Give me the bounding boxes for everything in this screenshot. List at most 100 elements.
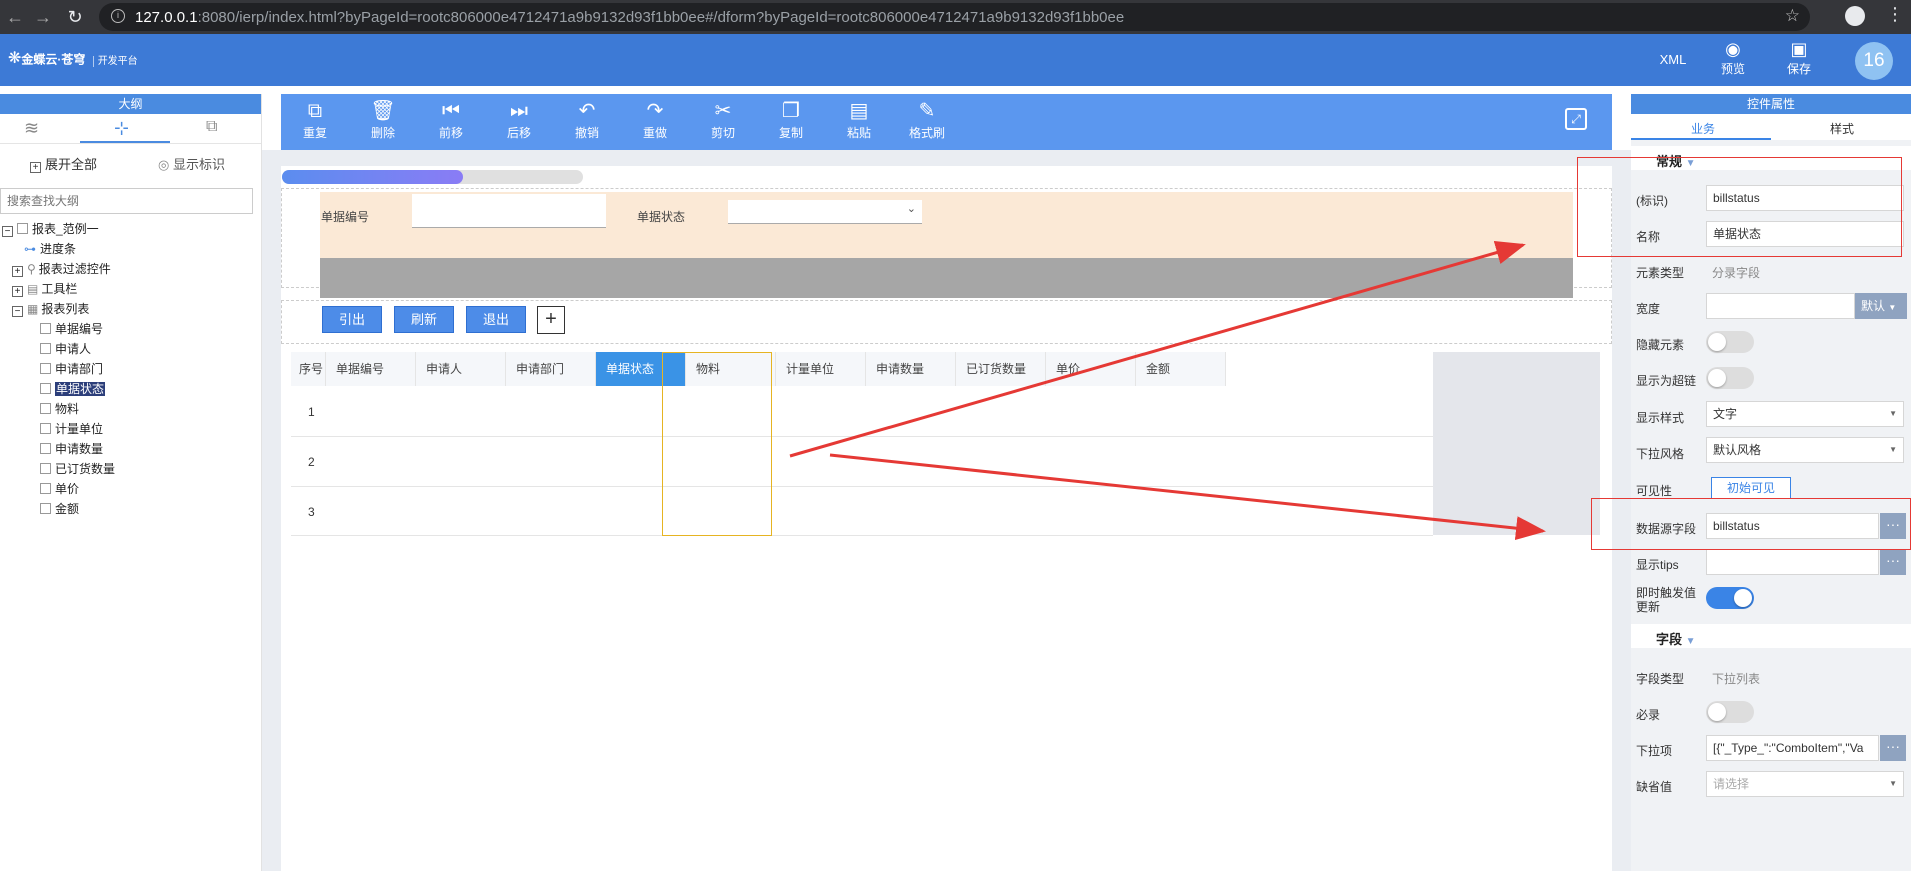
cut-button[interactable]: ✂ 剪切 xyxy=(703,98,743,141)
outline-search-input[interactable] xyxy=(0,188,253,214)
default-value-label: 缺省值 xyxy=(1636,780,1673,794)
grid-column-header[interactable]: 单价 xyxy=(1046,352,1136,386)
caret-down-icon: ▼ xyxy=(1888,303,1897,312)
bookmark-star-icon[interactable]: ☆ xyxy=(1785,6,1800,26)
required-toggle[interactable] xyxy=(1706,701,1754,723)
paste-icon: ▤ xyxy=(849,100,869,122)
add-button[interactable]: + xyxy=(537,306,565,334)
tree-item-column[interactable]: 物料 xyxy=(40,400,79,418)
move-forward-button[interactable]: ⏮︎ 前移 xyxy=(431,98,471,141)
redo-button[interactable]: ↷ 重做 xyxy=(635,98,675,141)
tree-item-column[interactable]: 申请数量 xyxy=(40,440,103,458)
grid-column-header[interactable]: 单据编号 xyxy=(326,352,416,386)
tab-style[interactable]: 样式 xyxy=(1830,120,1854,137)
display-style-select[interactable]: 文字 ▼ xyxy=(1706,401,1904,427)
tree-item-column[interactable]: 计量单位 xyxy=(40,420,103,438)
delete-button[interactable]: 🗑︎ 删除 xyxy=(363,98,403,141)
show-ids-button[interactable]: ◎ 显示标识 xyxy=(158,154,225,173)
default-value-select[interactable]: 请选择 ▼ xyxy=(1706,771,1904,797)
fullscreen-icon[interactable]: ⤢ xyxy=(1565,108,1587,130)
undo-button[interactable]: ↶ 撤销 xyxy=(567,98,607,141)
visibility-tag[interactable]: 初始可见 xyxy=(1711,477,1791,499)
width-default-dropdown[interactable]: 默认 ▼ xyxy=(1855,293,1907,319)
grid-column-header[interactable]: 申请人 xyxy=(416,352,506,386)
layers-icon[interactable]: ≋ xyxy=(24,118,39,139)
grid-column-header[interactable]: 序号 xyxy=(291,352,326,386)
tips-more-button[interactable]: ··· xyxy=(1880,549,1906,575)
toolbar-label: 粘贴 xyxy=(846,126,871,140)
tree-item-column[interactable]: 申请人 xyxy=(40,340,91,358)
combo-items-label: 下拉项 xyxy=(1636,744,1673,758)
tree-item-label: 报表_范例一 xyxy=(32,222,99,236)
copy-window-icon[interactable]: ⧉ xyxy=(206,118,217,136)
tree-structure-icon[interactable]: ⊹ xyxy=(114,118,129,139)
tree-item-label: 单据编号 xyxy=(55,322,104,336)
account-icon[interactable] xyxy=(1845,6,1865,26)
expand-all-button[interactable]: + 展开全部 xyxy=(30,154,97,173)
bill-status-select[interactable]: ⌄ xyxy=(728,200,922,224)
hidden-toggle[interactable] xyxy=(1706,331,1754,353)
back-icon[interactable]: ← xyxy=(4,6,26,28)
move-forward-icon: ⏮︎ xyxy=(442,100,460,122)
field-type-label: 字段类型 xyxy=(1636,672,1685,686)
width-input[interactable] xyxy=(1706,293,1855,319)
move-back-button[interactable]: ⏭︎ 后移 xyxy=(499,98,539,141)
tree-item-root[interactable]: − 报表_范例一 xyxy=(2,220,99,238)
copy-button[interactable]: ❐ 复制 xyxy=(771,98,811,141)
hyperlink-label: 显示为超链 xyxy=(1636,374,1697,388)
selected-column-outline[interactable] xyxy=(662,352,772,536)
repeat-button[interactable]: ⧉ 重复 xyxy=(295,98,335,141)
combo-items-more-button[interactable]: ··· xyxy=(1880,735,1906,761)
refresh-button[interactable]: 刷新 xyxy=(394,306,454,333)
width-label: 宽度 xyxy=(1636,302,1661,316)
tree-item-column[interactable]: 申请部门 xyxy=(40,360,103,378)
xml-button[interactable]: XML xyxy=(1653,52,1693,67)
tips-input[interactable] xyxy=(1706,549,1879,575)
tree-item-column[interactable]: 单价 xyxy=(40,480,79,498)
format-painter-button[interactable]: ✎ 格式刷 xyxy=(907,98,947,141)
outline-panel: 大纲 ≋ ⊹ ⧉ + 展开全部 ◎ 显示标识 −报表_范例一 ⊶ 进度条 +⚲报表过… xyxy=(0,94,262,871)
grid-column-header[interactable]: 金额 xyxy=(1136,352,1226,386)
url-text: 127.0.0.1:8080/ierp/index.html?byPageId=… xyxy=(135,9,1125,26)
row-number: 3 xyxy=(308,505,315,519)
tree-item-column[interactable]: 单据编号 xyxy=(40,320,103,338)
caret-down-icon: ▼ xyxy=(1889,445,1897,454)
tree-item-progress[interactable]: ⊶ 进度条 xyxy=(24,240,76,258)
toolbar-label: 重做 xyxy=(642,126,667,140)
menu-icon[interactable]: ⋮ xyxy=(1886,4,1904,25)
dropdown-style-select[interactable]: 默认风格 ▼ xyxy=(1706,437,1904,463)
address-bar[interactable]: i 127.0.0.1:8080/ierp/index.html?byPageI… xyxy=(99,3,1810,31)
tree-item-filter[interactable]: + ⚲ 报表过滤控件 xyxy=(12,260,111,278)
preview-button[interactable]: ◉ 预览 xyxy=(1713,38,1753,77)
instant-update-toggle[interactable] xyxy=(1706,587,1754,609)
grid-column-header[interactable]: 已订货数量 xyxy=(956,352,1046,386)
save-button[interactable]: ▣ 保存 xyxy=(1779,38,1819,77)
progress-bar[interactable] xyxy=(282,170,583,184)
tree-item-column[interactable]: 已订货数量 xyxy=(40,460,115,478)
tree-item-report-list[interactable]: − ▦ 报表列表 xyxy=(12,300,89,318)
tree-item-label: 计量单位 xyxy=(55,422,104,436)
expand-all-label: 展开全部 xyxy=(45,157,98,172)
bill-no-input[interactable] xyxy=(412,194,606,228)
hyperlink-toggle[interactable] xyxy=(1706,367,1754,389)
exit-button[interactable]: 退出 xyxy=(466,306,526,333)
tab-business[interactable]: 业务 xyxy=(1691,120,1715,137)
tree-item-column-selected[interactable]: 单据状态 xyxy=(40,380,106,398)
reload-icon[interactable]: ↻ xyxy=(64,6,86,28)
row-number: 1 xyxy=(308,405,315,419)
paste-button[interactable]: ▤ 粘贴 xyxy=(839,98,879,141)
avatar[interactable]: 16 xyxy=(1855,42,1893,80)
export-button[interactable]: 引出 xyxy=(322,306,382,333)
forward-icon[interactable]: → xyxy=(32,6,54,28)
combo-items-input[interactable]: [{"_Type_":"ComboItem","Va xyxy=(1706,735,1879,761)
grid-column-header[interactable]: 申请部门 xyxy=(506,352,596,386)
grid-column-header[interactable]: 申请数量 xyxy=(866,352,956,386)
grid-column-header[interactable]: 计量单位 xyxy=(776,352,866,386)
caret-down-icon: ▼ xyxy=(1889,779,1897,788)
filter-panel: 单据编号 单据状态 ⌄ xyxy=(320,192,1573,258)
info-icon[interactable]: i xyxy=(111,9,125,23)
toolbar-label: 后移 xyxy=(506,126,531,140)
tree-item-toolbar[interactable]: + ▤ 工具栏 xyxy=(12,280,77,298)
tree-item-column[interactable]: 金额 xyxy=(40,500,79,518)
repeat-icon: ⧉ xyxy=(307,100,323,122)
